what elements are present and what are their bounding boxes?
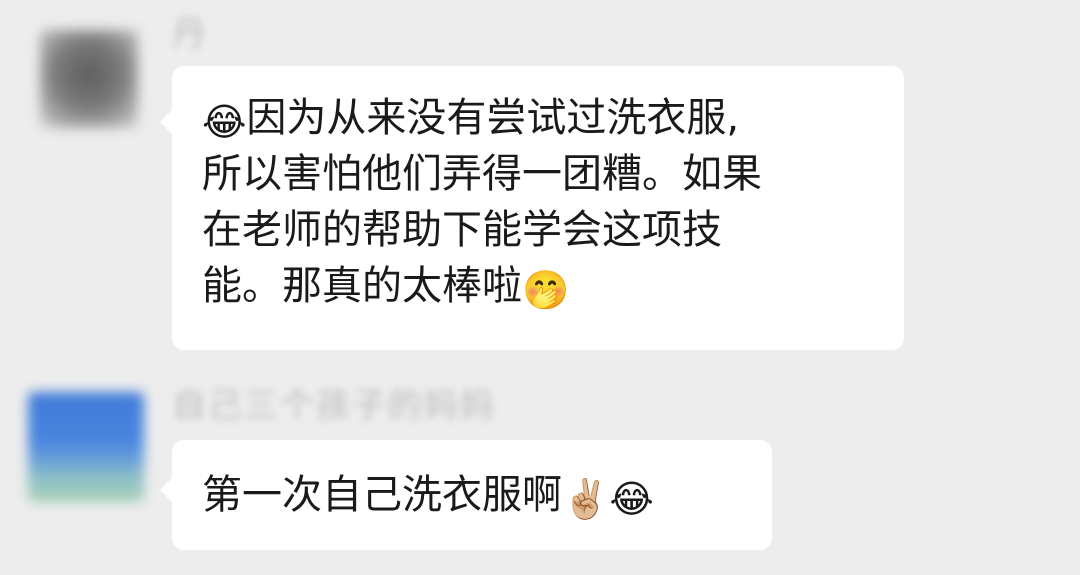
message-line: 所以害怕他们弄得一团糟。如果 [202,146,880,202]
victory-hand-emoji-icon: ✌🏼 [562,477,610,521]
sender-name: 自己三个孩子的妈妈 [172,386,496,426]
message-line: 在老师的帮助下能学会这项技 [202,202,880,258]
tears-of-joy-emoji-icon: 😂 [609,477,654,521]
message-line: 能。那真的太棒啦🤭 [202,258,880,314]
message-line: 😂因为从来没有尝试过洗衣服, [202,90,880,146]
tears-of-joy-emoji-icon: 😂 [202,100,247,144]
avatar[interactable] [28,392,144,502]
message-line: 第一次自己洗衣服啊✌🏼😂 [202,467,748,523]
hand-over-mouth-emoji-icon: 🤭 [522,268,570,312]
message-text: 能。那真的太棒啦 [202,263,522,309]
message-bubble[interactable]: 第一次自己洗衣服啊✌🏼😂 [160,440,772,550]
avatar[interactable] [40,30,138,128]
message-text: 所以害怕他们弄得一团糟。如果 [202,151,762,197]
message-text: 因为从来没有尝试过洗衣服, [246,95,740,141]
message-text: 在老师的帮助下能学会这项技 [202,207,722,253]
sender-name: 丹 [172,14,208,54]
message-text: 第一次自己洗衣服啊 [202,472,562,518]
message-bubble[interactable]: 😂因为从来没有尝试过洗衣服, 所以害怕他们弄得一团糟。如果 在老师的帮助下能学会… [160,66,904,350]
